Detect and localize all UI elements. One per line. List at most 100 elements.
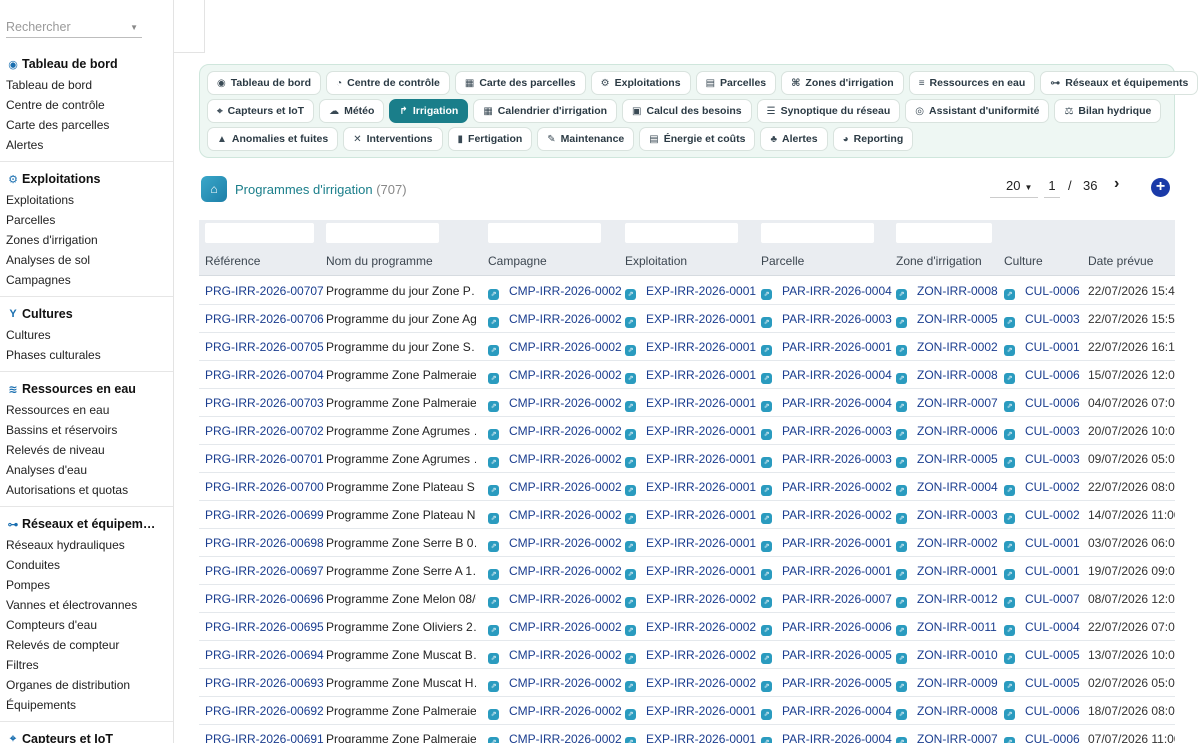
link-record-icon[interactable]: ⇗ (761, 429, 772, 440)
link-record-icon[interactable]: ⇗ (896, 653, 907, 664)
module-chip[interactable]: ⊶ Réseaux et équipements (1040, 71, 1199, 95)
sidebar-group-header[interactable]: ⊶ Réseaux et équipem… (0, 513, 173, 535)
related-link[interactable]: ⇗ CUL-0002 (1004, 508, 1080, 524)
link-record-icon[interactable]: ⇗ (896, 737, 907, 743)
link-record-icon[interactable]: ⇗ (1004, 373, 1015, 384)
related-link[interactable]: ⇗ CUL-0006 (1004, 368, 1080, 384)
sidebar-item[interactable]: Filtres (0, 655, 173, 675)
reference-link[interactable]: PRG-IRR-2026-00699 (205, 508, 324, 522)
link-record-icon[interactable]: ⇗ (625, 401, 636, 412)
link-record-icon[interactable]: ⇗ (761, 485, 772, 496)
module-chip[interactable]: ▮ Fertigation (447, 127, 533, 151)
related-link[interactable]: ⇗ CMP-IRR-2026-0002 (488, 592, 622, 608)
link-record-icon[interactable]: ⇗ (625, 541, 636, 552)
related-link[interactable]: ⇗ EXP-IRR-2026-0001 (625, 536, 756, 552)
module-chip[interactable]: ⌖ Capteurs et IoT (207, 99, 315, 123)
link-record-icon[interactable]: ⇗ (488, 317, 499, 328)
module-chip[interactable]: ◎ Assistant d'uniformité (905, 99, 1050, 123)
reference-link[interactable]: PRG-IRR-2026-00691 (205, 732, 324, 743)
filter-parcelle[interactable] (761, 223, 874, 243)
link-record-icon[interactable]: ⇗ (896, 373, 907, 384)
related-link[interactable]: ⇗ EXP-IRR-2026-0001 (625, 732, 756, 743)
related-link[interactable]: ⇗ CMP-IRR-2026-0002 (488, 676, 622, 692)
link-record-icon[interactable]: ⇗ (896, 289, 907, 300)
related-link[interactable]: ⇗ PAR-IRR-2026-0002 (761, 508, 892, 524)
module-chip[interactable]: ▤ Parcelles (695, 71, 777, 95)
related-link[interactable]: ⇗ CMP-IRR-2026-0002 (488, 284, 622, 300)
related-link[interactable]: ⇗ CUL-0003 (1004, 312, 1080, 328)
link-record-icon[interactable]: ⇗ (896, 625, 907, 636)
sidebar-item[interactable]: Vannes et électrovannes (0, 595, 173, 615)
related-link[interactable]: ⇗ CMP-IRR-2026-0002 (488, 340, 622, 356)
link-record-icon[interactable]: ⇗ (1004, 345, 1015, 356)
related-link[interactable]: ⇗ CUL-0003 (1004, 452, 1080, 468)
related-link[interactable]: ⇗ EXP-IRR-2026-0002 (625, 620, 756, 636)
table-row[interactable]: PRG-IRR-2026-00695 Programme Zone Olivier… (199, 613, 1175, 641)
link-record-icon[interactable]: ⇗ (761, 737, 772, 743)
related-link[interactable]: ⇗ PAR-IRR-2026-0004 (761, 368, 892, 384)
related-link[interactable]: ⇗ ZON-IRR-0012 (896, 592, 998, 608)
link-record-icon[interactable]: ⇗ (488, 625, 499, 636)
sidebar-item[interactable]: Parcelles (0, 210, 173, 230)
link-record-icon[interactable]: ⇗ (625, 625, 636, 636)
link-record-icon[interactable]: ⇗ (625, 513, 636, 524)
module-chip[interactable]: ◉ Tableau de bord (207, 71, 322, 95)
table-row[interactable]: PRG-IRR-2026-00702 Programme Zone Agrumes… (199, 417, 1175, 445)
related-link[interactable]: ⇗ EXP-IRR-2026-0001 (625, 508, 756, 524)
related-link[interactable]: ⇗ CUL-0002 (1004, 480, 1080, 496)
reference-link[interactable]: PRG-IRR-2026-00693 (205, 676, 324, 690)
link-record-icon[interactable]: ⇗ (488, 513, 499, 524)
sidebar-item[interactable]: Zones d'irrigation (0, 230, 173, 250)
sidebar-item[interactable]: Ressources en eau (0, 400, 173, 420)
sidebar-group-header[interactable]: ≋ Ressources en eau (0, 378, 173, 400)
link-record-icon[interactable]: ⇗ (761, 457, 772, 468)
related-link[interactable]: ⇗ ZON-IRR-0005 (896, 452, 998, 468)
module-chip[interactable]: ☁ Météo (319, 99, 385, 123)
link-record-icon[interactable]: ⇗ (488, 401, 499, 412)
sidebar-item[interactable]: Autorisations et quotas (0, 480, 173, 500)
related-link[interactable]: ⇗ CUL-0003 (1004, 424, 1080, 440)
module-chip[interactable]: ◕ Reporting (832, 127, 914, 151)
filter-campagne[interactable] (488, 223, 601, 243)
table-row[interactable]: PRG-IRR-2026-00703 Programme Zone Palmera… (199, 389, 1175, 417)
related-link[interactable]: ⇗ CMP-IRR-2026-0002 (488, 368, 622, 384)
sidebar-item[interactable]: Phases culturales (0, 345, 173, 365)
module-chip[interactable]: ☰ Synoptique du réseau (756, 99, 901, 123)
module-chip[interactable]: ⌘ Zones d'irrigation (781, 71, 904, 95)
related-link[interactable]: ⇗ CUL-0007 (1004, 592, 1080, 608)
link-record-icon[interactable]: ⇗ (488, 597, 499, 608)
column-header[interactable]: Zone d'irrigation (896, 254, 982, 268)
link-record-icon[interactable]: ⇗ (488, 709, 499, 720)
link-record-icon[interactable]: ⇗ (625, 457, 636, 468)
related-link[interactable]: ⇗ PAR-IRR-2026-0001 (761, 340, 892, 356)
related-link[interactable]: ⇗ CUL-0001 (1004, 564, 1080, 580)
link-record-icon[interactable]: ⇗ (625, 737, 636, 743)
link-record-icon[interactable]: ⇗ (896, 709, 907, 720)
related-link[interactable]: ⇗ EXP-IRR-2026-0002 (625, 676, 756, 692)
link-record-icon[interactable]: ⇗ (625, 289, 636, 300)
related-link[interactable]: ⇗ ZON-IRR-0010 (896, 648, 998, 664)
related-link[interactable]: ⇗ PAR-IRR-2026-0004 (761, 704, 892, 720)
related-link[interactable]: ⇗ PAR-IRR-2026-0001 (761, 536, 892, 552)
link-record-icon[interactable]: ⇗ (488, 289, 499, 300)
module-chip[interactable]: ◔ Centre de contrôle (326, 71, 450, 95)
link-record-icon[interactable]: ⇗ (625, 317, 636, 328)
link-record-icon[interactable]: ⇗ (761, 569, 772, 580)
related-link[interactable]: ⇗ CUL-0006 (1004, 732, 1080, 743)
sidebar-item[interactable]: Organes de distribution (0, 675, 173, 695)
related-link[interactable]: ⇗ ZON-IRR-0008 (896, 368, 998, 384)
link-record-icon[interactable]: ⇗ (1004, 429, 1015, 440)
filter-zone[interactable] (896, 223, 992, 243)
link-record-icon[interactable]: ⇗ (1004, 625, 1015, 636)
sidebar-item[interactable]: Cultures (0, 325, 173, 345)
link-record-icon[interactable]: ⇗ (896, 541, 907, 552)
related-link[interactable]: ⇗ EXP-IRR-2026-0001 (625, 284, 756, 300)
link-record-icon[interactable]: ⇗ (1004, 317, 1015, 328)
related-link[interactable]: ⇗ CMP-IRR-2026-0002 (488, 564, 622, 580)
module-chip[interactable]: ▲ Anomalies et fuites (207, 127, 339, 151)
link-record-icon[interactable]: ⇗ (1004, 569, 1015, 580)
related-link[interactable]: ⇗ EXP-IRR-2026-0002 (625, 648, 756, 664)
table-row[interactable]: PRG-IRR-2026-00698 Programme Zone Serre B… (199, 529, 1175, 557)
sidebar-group-header[interactable]: ⚙ Exploitations (0, 168, 173, 190)
related-link[interactable]: ⇗ ZON-IRR-0005 (896, 312, 998, 328)
